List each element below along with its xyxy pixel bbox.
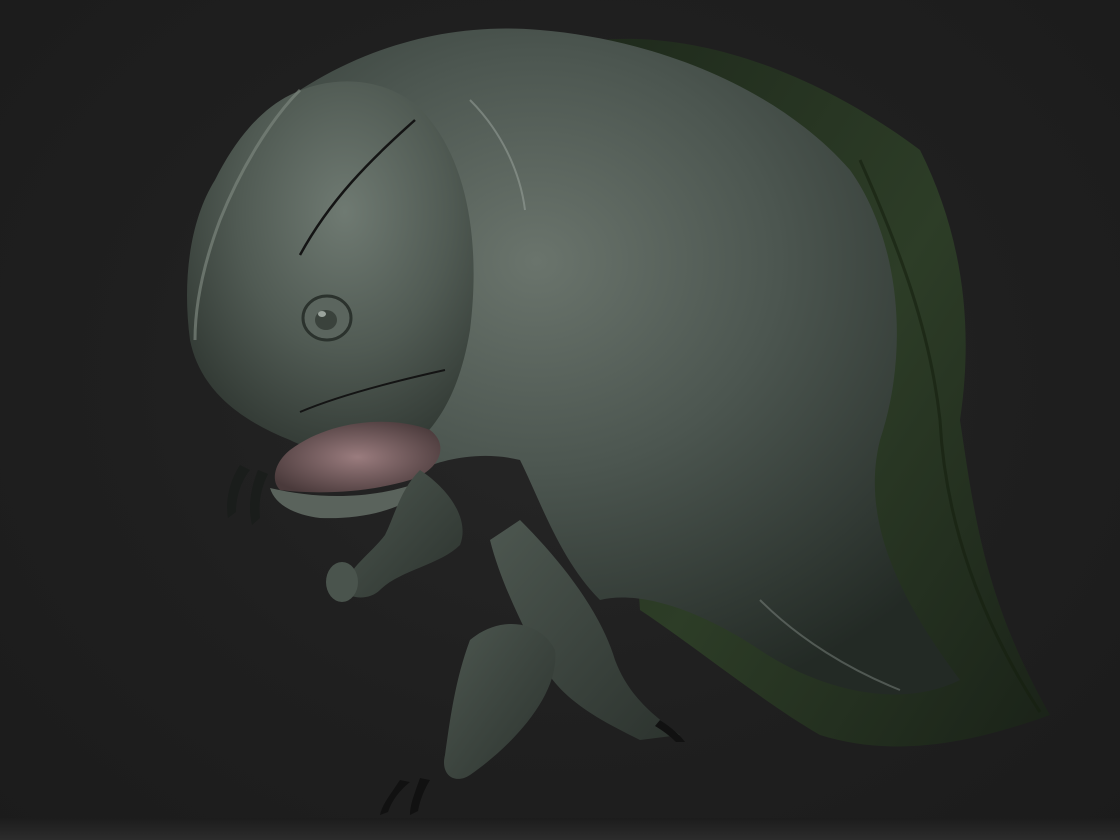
foot-claw [380, 780, 410, 815]
eye-highlight [318, 311, 326, 317]
rear-leg-lower [444, 623, 556, 779]
creature-render [187, 28, 1050, 815]
mouth-claw [250, 470, 268, 525]
front-hand [326, 562, 358, 602]
mouth-claw [227, 465, 250, 518]
creature-head [187, 81, 474, 456]
render-viewport [0, 0, 1120, 840]
foot-claw [410, 778, 430, 815]
viewport-bottom-edge [0, 818, 1120, 840]
